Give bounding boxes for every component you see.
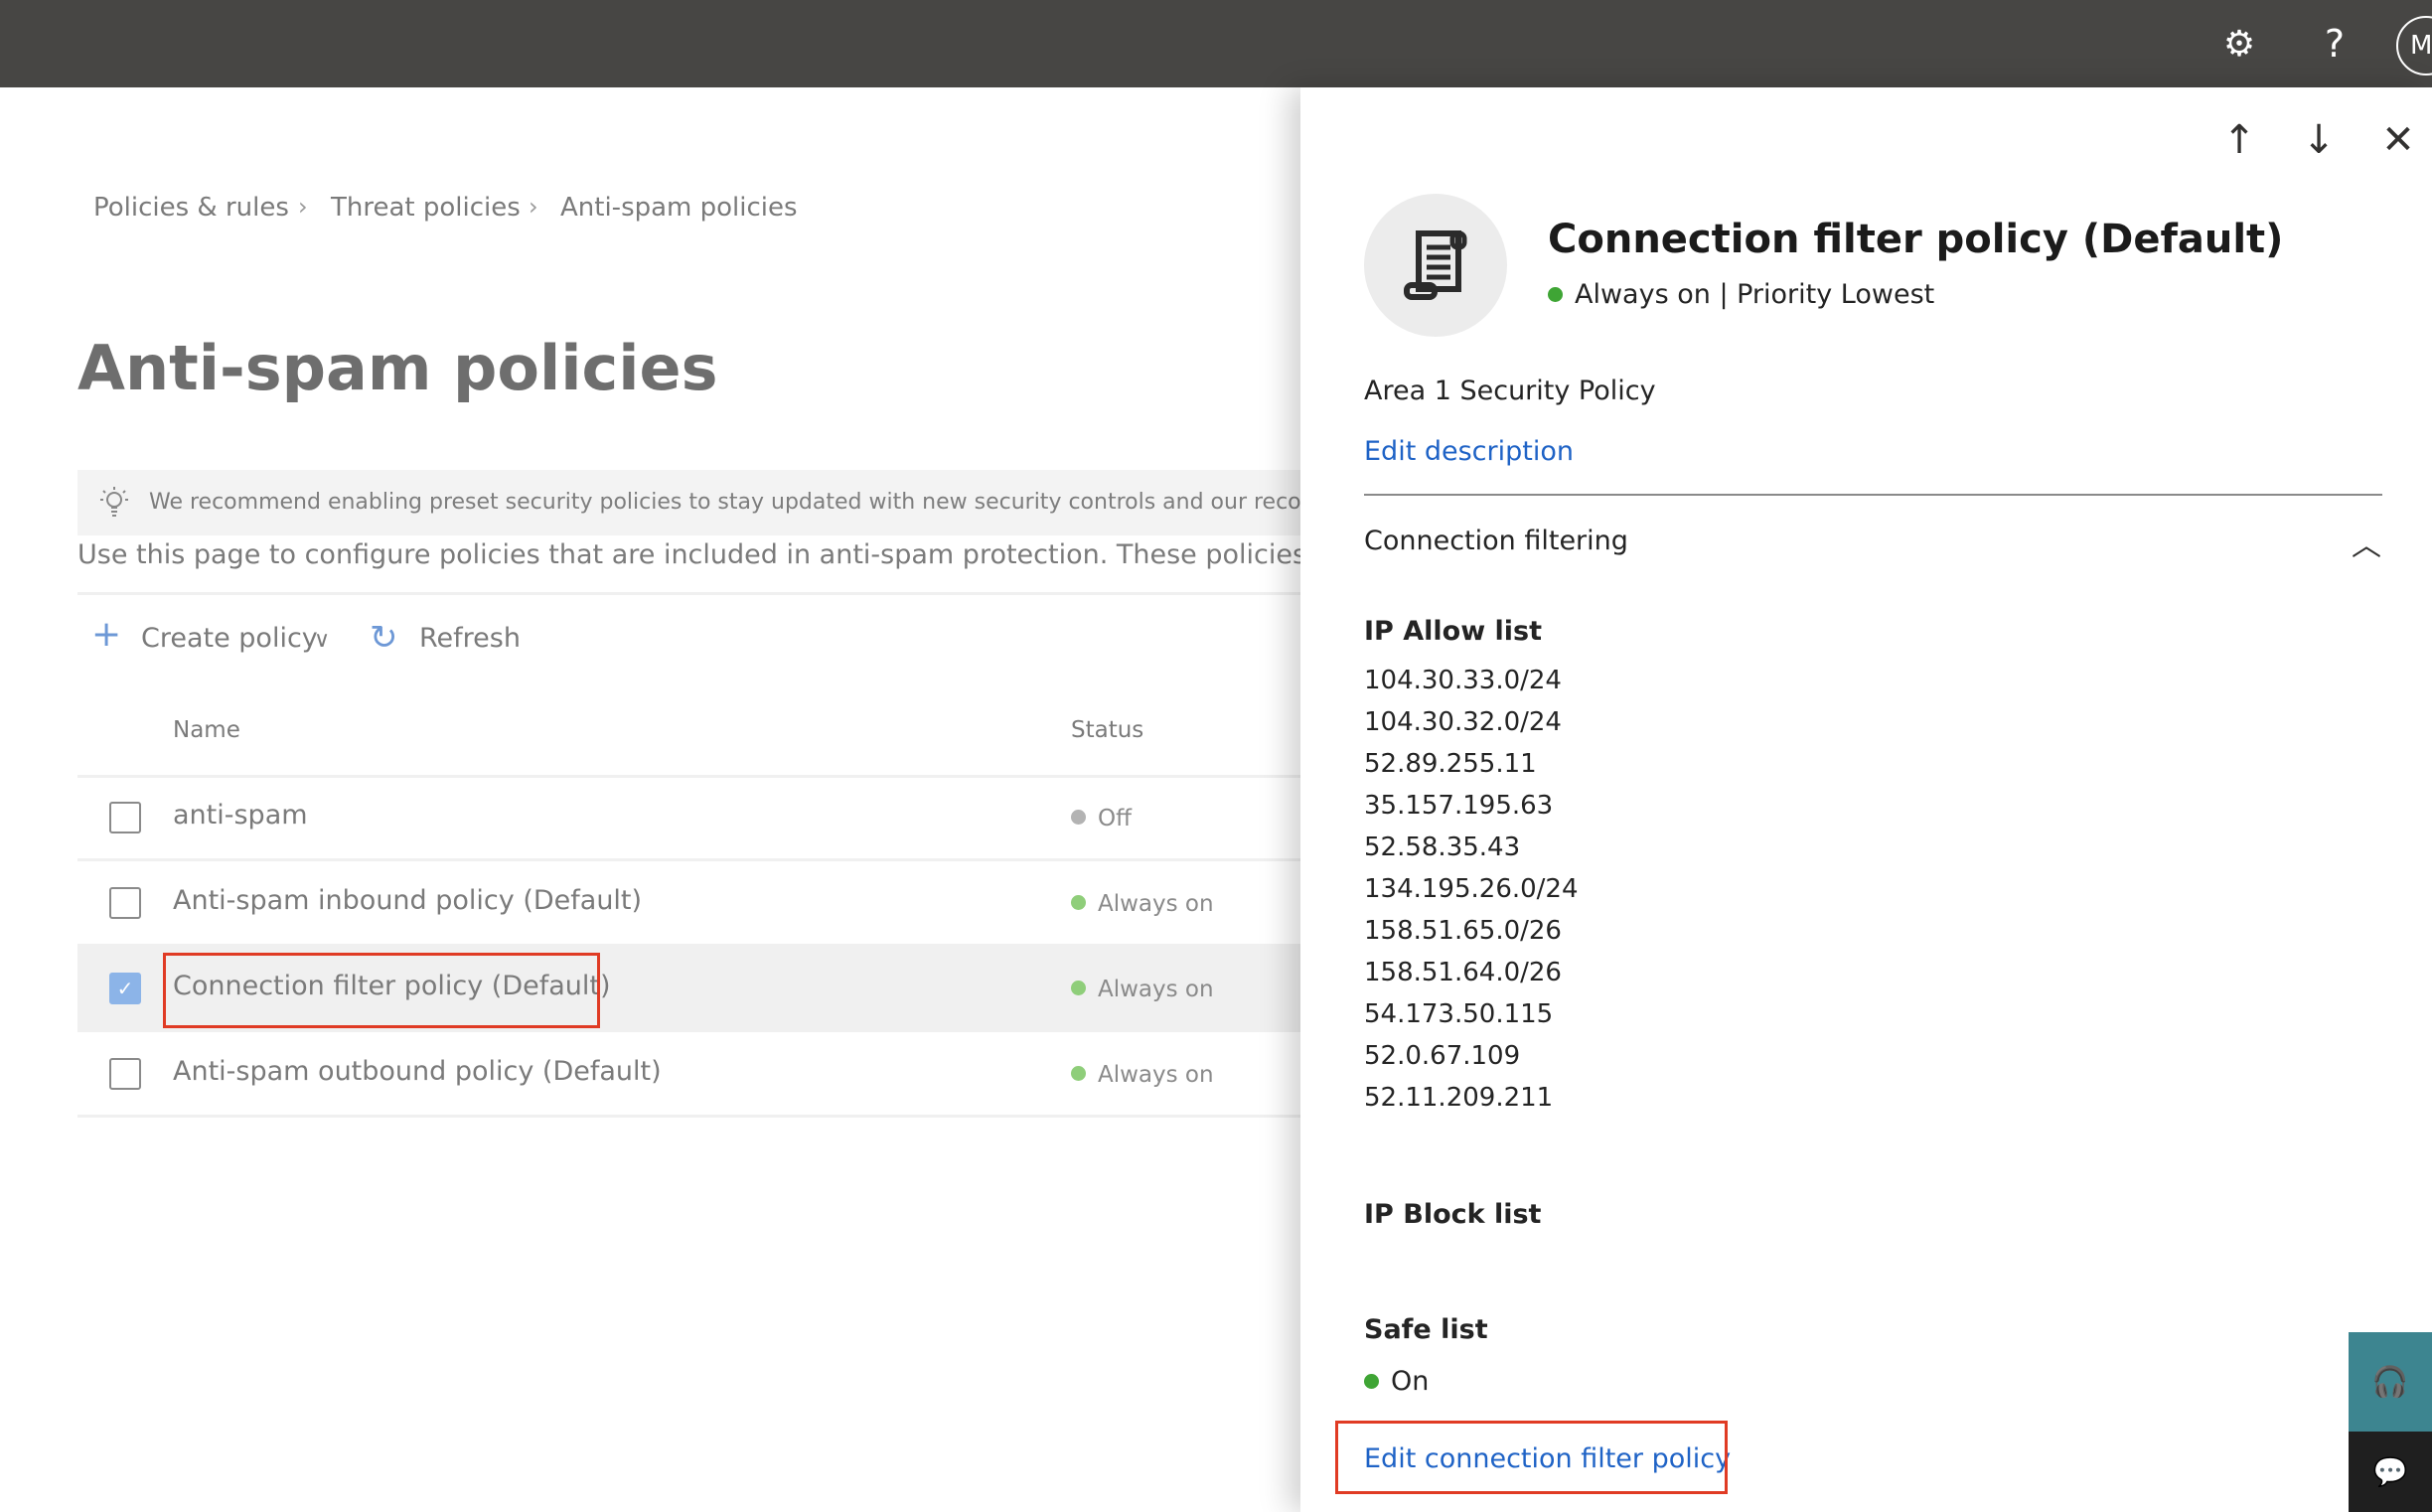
status-dot	[1071, 981, 1086, 995]
status-dot	[1071, 1066, 1086, 1081]
safe-list-status: On	[1364, 1366, 1429, 1397]
status-badge: Off	[1071, 806, 1132, 832]
ip-allow-entry: 52.11.209.211	[1364, 1083, 1554, 1113]
row-checkbox[interactable]	[109, 1058, 141, 1090]
ip-block-list-label: IP Block list	[1364, 1199, 1542, 1230]
ip-allow-entry: 52.58.35.43	[1364, 832, 1521, 862]
top-bar: ⚙ ? M	[0, 0, 2432, 87]
chevron-right-icon: ›	[529, 193, 538, 221]
policy-name[interactable]: Anti-spam outbound policy (Default)	[173, 1056, 662, 1087]
ip-allow-entry: 158.51.65.0/26	[1364, 916, 1562, 946]
breadcrumb-policies-rules[interactable]: Policies & rules	[93, 193, 289, 223]
status-dot	[1071, 810, 1086, 825]
lightbulb-icon	[100, 487, 128, 517]
table-row[interactable]: Anti-spam outbound policy (Default) Alwa…	[77, 1032, 1300, 1118]
refresh-icon: ↻	[370, 618, 398, 658]
policy-name[interactable]: anti-spam	[173, 800, 308, 831]
ip-allow-entry: 104.30.32.0/24	[1364, 707, 1562, 737]
breadcrumb-anti-spam: Anti-spam policies	[560, 193, 798, 223]
policy-name[interactable]: Anti-spam inbound policy (Default)	[173, 885, 642, 916]
status-text: Off	[1098, 806, 1132, 832]
ip-allow-entry: 54.173.50.115	[1364, 999, 1554, 1029]
column-header-name[interactable]: Name	[173, 717, 240, 743]
avatar[interactable]: M	[2396, 16, 2432, 76]
status-text: Always on	[1098, 891, 1214, 917]
banner-text: We recommend enabling preset security po…	[149, 490, 1300, 515]
page-title: Anti-spam policies	[77, 332, 718, 404]
status-badge: Always on	[1071, 891, 1214, 917]
status-dot	[1364, 1374, 1379, 1389]
status-badge: Always on	[1071, 977, 1214, 1002]
divider	[1364, 494, 2382, 496]
recommendation-banner: We recommend enabling preset security po…	[77, 470, 1300, 535]
row-checkbox[interactable]	[109, 802, 141, 833]
scroll-document-icon	[1404, 230, 1467, 300]
safe-list-label: Safe list	[1364, 1314, 1488, 1345]
row-checkbox-checked[interactable]: ✓	[109, 973, 141, 1004]
chevron-up-icon[interactable]: ︿	[2352, 521, 2381, 564]
gear-icon[interactable]: ⚙	[2213, 18, 2265, 70]
headset-support-icon[interactable]: 🎧	[2349, 1332, 2432, 1432]
panel-subtitle: Always on | Priority Lowest	[1548, 279, 1934, 310]
row-checkbox[interactable]	[109, 887, 141, 919]
close-icon[interactable]: ✕	[2373, 117, 2423, 163]
details-panel: ↑ ↓ ✕ Connection filter policy (Default)…	[1300, 87, 2432, 1512]
refresh-button[interactable]: Refresh	[419, 623, 521, 654]
plus-icon: +	[91, 614, 122, 655]
arrow-up-icon[interactable]: ↑	[2214, 117, 2264, 163]
status-text: Always on	[1098, 1062, 1214, 1088]
ip-allow-entry: 158.51.64.0/26	[1364, 958, 1562, 987]
create-policy-button[interactable]: Create policy	[141, 623, 318, 654]
arrow-down-icon[interactable]: ↓	[2294, 117, 2344, 163]
ip-allow-entry: 52.0.67.109	[1364, 1041, 1521, 1071]
edit-description-link[interactable]: Edit description	[1364, 436, 1574, 467]
policy-description: Area 1 Security Policy	[1364, 376, 1656, 406]
feedback-chat-icon[interactable]: 💬	[2349, 1432, 2432, 1512]
help-icon[interactable]: ?	[2309, 18, 2360, 70]
divider	[77, 592, 1300, 595]
page-description: Use this page to configure policies that…	[77, 539, 1300, 570]
highlight-box	[1335, 1421, 1728, 1494]
safe-list-value: On	[1391, 1366, 1430, 1397]
ip-allow-entry: 52.89.255.11	[1364, 749, 1537, 779]
table-row[interactable]: anti-spam Off	[77, 776, 1300, 861]
chevron-right-icon: ›	[298, 193, 308, 221]
breadcrumb-threat-policies[interactable]: Threat policies	[331, 193, 521, 223]
highlight-box	[163, 953, 600, 1028]
ip-allow-list-label: IP Allow list	[1364, 616, 1543, 647]
policy-icon-circle	[1364, 194, 1507, 337]
status-badge: Always on	[1071, 1062, 1214, 1088]
section-connection-filtering[interactable]: Connection filtering	[1364, 526, 1628, 556]
ip-allow-entry: 134.195.26.0/24	[1364, 874, 1579, 904]
ip-allow-entry: 104.30.33.0/24	[1364, 666, 1562, 695]
status-text: Always on	[1098, 977, 1214, 1002]
column-header-status[interactable]: Status	[1071, 717, 1143, 743]
panel-title: Connection filter policy (Default)	[1548, 217, 2284, 262]
table-row[interactable]: Anti-spam inbound policy (Default) Alway…	[77, 861, 1300, 947]
chevron-down-icon[interactable]: ∨	[314, 628, 330, 653]
status-dot	[1548, 287, 1563, 302]
status-dot	[1071, 895, 1086, 910]
ip-allow-entry: 35.157.195.63	[1364, 791, 1554, 821]
subtitle-text: Always on | Priority Lowest	[1575, 279, 1935, 310]
